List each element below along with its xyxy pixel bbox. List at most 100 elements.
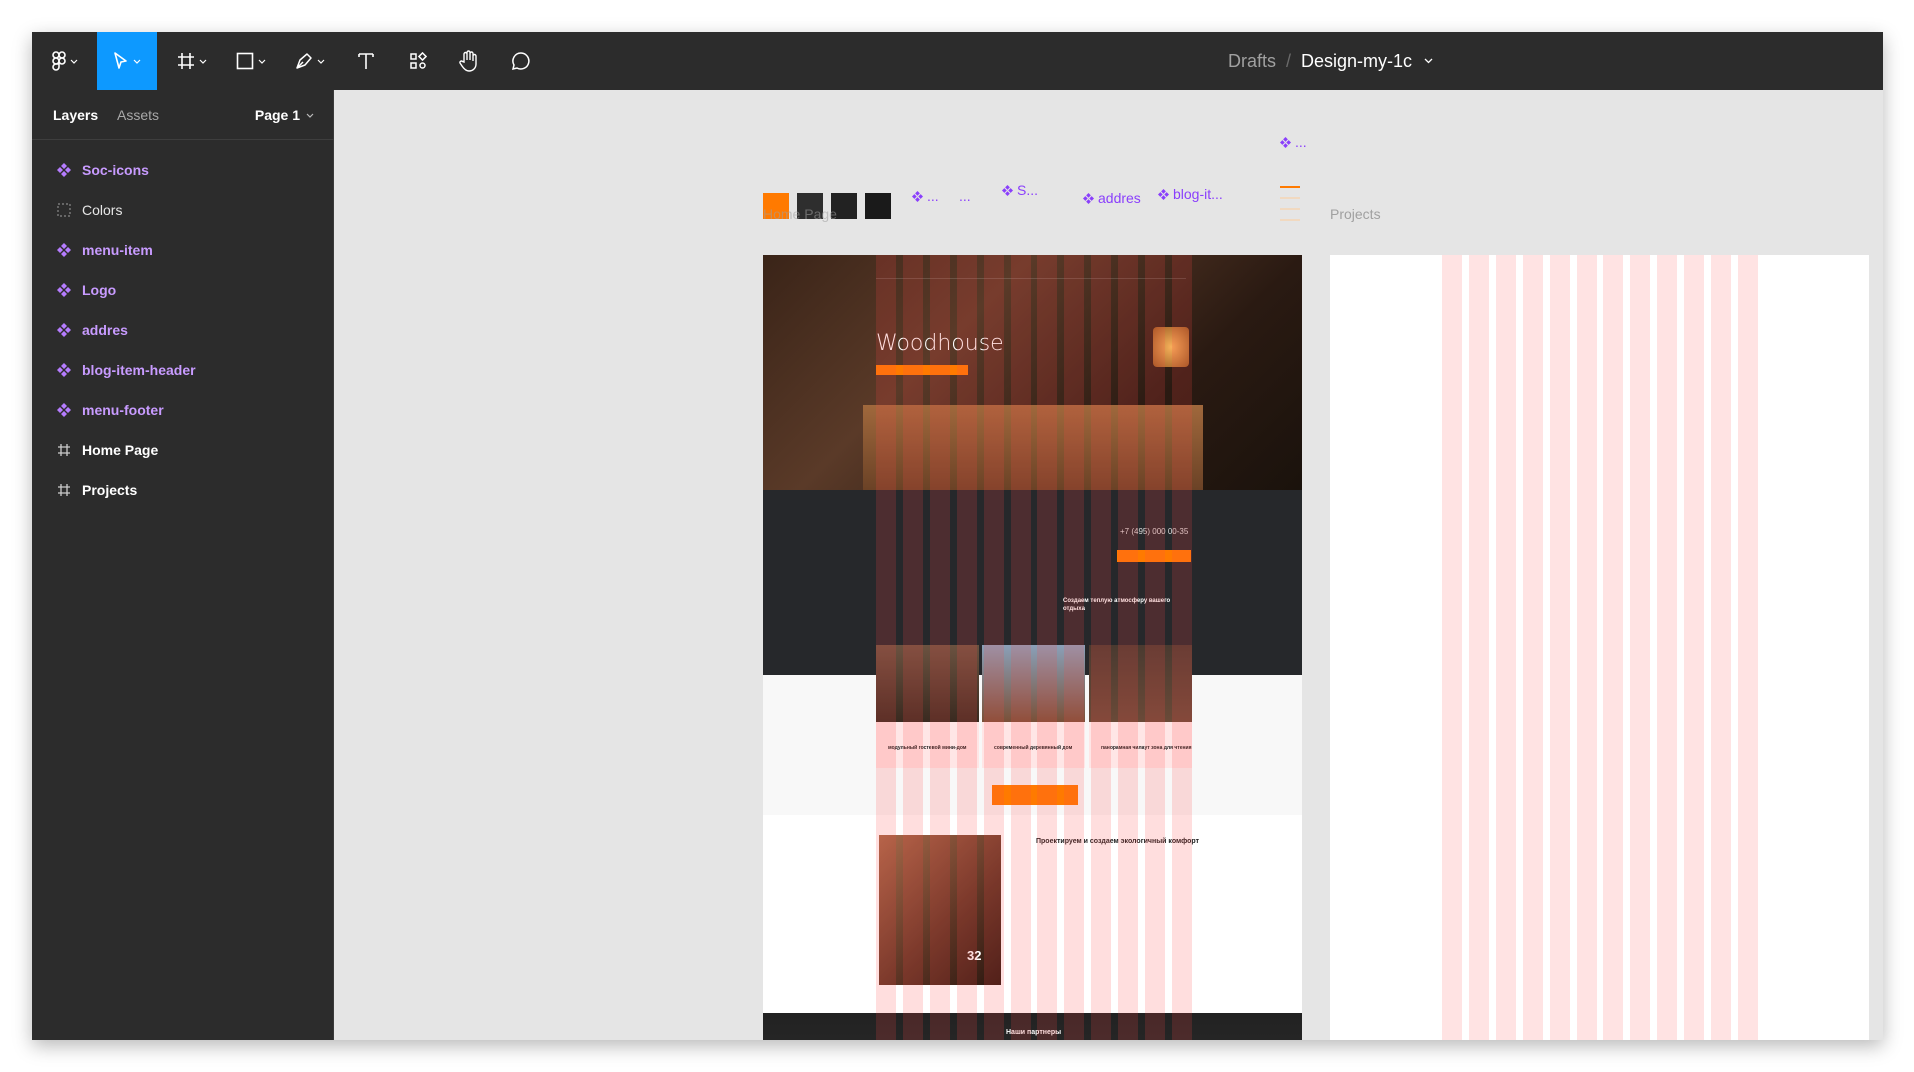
file-name[interactable]: Design-my-1c [1301, 51, 1412, 72]
layer-blog-item-header[interactable]: blog-item-header [32, 350, 334, 390]
menu-line [1280, 197, 1300, 199]
group-icon [56, 202, 72, 218]
tab-assets[interactable]: Assets [117, 107, 159, 123]
layer-soc-icons[interactable]: Soc-icons [32, 150, 334, 190]
shape-tool-button[interactable] [228, 32, 274, 90]
panel-tabs: Layers Assets Page 1 [32, 90, 334, 140]
component-icon [56, 362, 72, 378]
projects-frame[interactable] [1330, 255, 1869, 1040]
layers-panel: Layers Assets Page 1 Soc-icons Colors me… [32, 90, 334, 1040]
grid-column [1522, 255, 1543, 1040]
hero-title: Woodhouse [876, 331, 1004, 356]
chevron-down-icon [199, 59, 207, 64]
grid-column [1495, 255, 1516, 1040]
page-selector[interactable]: Page 1 [255, 107, 314, 123]
grid-column [1657, 255, 1678, 1040]
layer-projects[interactable]: Projects [32, 470, 334, 510]
component-name: ... [1295, 134, 1307, 150]
frame-icon [56, 442, 72, 458]
grid-column [1442, 255, 1462, 1040]
grid-column [1468, 255, 1489, 1040]
component-label-addres[interactable]: addres [1083, 190, 1141, 206]
component-label-c2[interactable]: ... [959, 188, 971, 204]
layers-list: Soc-icons Colors menu-item Logo addres b… [32, 150, 334, 510]
figma-window: Drafts / Design-my-1c Layers Assets Page… [32, 32, 1883, 1040]
component-icon [56, 242, 72, 258]
chevron-down-icon[interactable] [1424, 58, 1433, 64]
chevron-down-icon [70, 59, 78, 64]
component-icon [912, 190, 923, 202]
home-page-frame[interactable]: Woodhouse +7 (495) 000 00-35 Создаем теп… [763, 255, 1302, 1040]
project-card: модульный гостевой мини-дом [876, 645, 979, 768]
pen-tool-button[interactable] [287, 32, 333, 90]
project-card: панорамная чилаут зона для чтения [1089, 645, 1192, 768]
component-label-c3[interactable]: S... [1002, 182, 1038, 198]
cursor-icon [114, 52, 127, 69]
phone-number: +7 (495) 000 00-35 [1120, 527, 1189, 536]
component-icon [56, 402, 72, 418]
pen-icon [296, 53, 312, 69]
menu-line [1280, 186, 1300, 188]
tab-layers[interactable]: Layers [53, 107, 98, 123]
resources-icon [410, 52, 427, 69]
move-tool-button[interactable] [97, 32, 157, 90]
resources-tool-button[interactable] [398, 32, 438, 90]
component-label-c6[interactable]: ... [1280, 134, 1307, 150]
about-section: 32 Проектируем и создаем экологичный ком… [763, 815, 1302, 1013]
frame-tool-button[interactable] [169, 32, 215, 90]
frame-label-home-page[interactable]: Home Page [763, 206, 837, 222]
component-name: ... [959, 188, 971, 204]
comment-tool-button[interactable] [498, 32, 544, 90]
menu-line [1280, 208, 1300, 210]
breadcrumb-drafts[interactable]: Drafts [1228, 51, 1276, 72]
frame-icon [178, 53, 194, 69]
partners-section: Наши партнеры [763, 1013, 1302, 1040]
frame-label-projects[interactable]: Projects [1330, 206, 1381, 222]
toolbar: Drafts / Design-my-1c [32, 32, 1883, 90]
component-label-blog-item[interactable]: blog-it... [1158, 186, 1223, 202]
layer-logo[interactable]: Logo [32, 270, 334, 310]
hero-badge [876, 365, 968, 375]
layer-menu-footer[interactable]: menu-footer [32, 390, 334, 430]
color-swatch-black[interactable] [865, 193, 891, 219]
grid-column [1684, 255, 1705, 1040]
layer-menu-item[interactable]: menu-item [32, 230, 334, 270]
layer-label: Colors [82, 202, 123, 218]
component-icon [1083, 192, 1094, 204]
grid-column [1549, 255, 1570, 1040]
project-image [876, 645, 979, 722]
layer-addres[interactable]: addres [32, 310, 334, 350]
layer-label: Projects [82, 482, 138, 498]
component-icon [1002, 184, 1013, 196]
component-icon [1158, 188, 1169, 200]
layer-label: menu-footer [82, 402, 164, 418]
page-selector-label: Page 1 [254, 107, 300, 123]
site-nav [876, 271, 1186, 279]
project-card: современный деревянный дом [982, 645, 1085, 768]
lamp-image [1153, 327, 1189, 367]
canvas[interactable]: ... ... S... addres blog-it... ... Home [334, 90, 1883, 1040]
layer-colors[interactable]: Colors [32, 190, 334, 230]
component-name: ... [927, 188, 939, 204]
about-heading: Проектируем и создаем экологичный комфор… [1036, 838, 1200, 845]
menu-line [1280, 219, 1300, 221]
grid-column [1737, 255, 1758, 1040]
breadcrumb: Drafts / Design-my-1c [1228, 32, 1433, 90]
menu-footer-preview[interactable] [1280, 186, 1300, 230]
layer-label: menu-item [82, 242, 153, 258]
component-name: S... [1017, 182, 1039, 198]
layer-home-page[interactable]: Home Page [32, 430, 334, 470]
layout-grid [1442, 255, 1758, 1040]
chevron-down-icon [133, 59, 141, 64]
hand-tool-button[interactable] [446, 32, 492, 90]
frame-icon [56, 482, 72, 498]
hero-section: Woodhouse [763, 255, 1302, 490]
layer-label: Logo [82, 282, 117, 298]
text-tool-button[interactable] [346, 32, 386, 90]
project-card-title: модульный гостевой мини-дом [888, 745, 967, 751]
figma-menu-button[interactable] [42, 32, 88, 90]
years-number: 32 [967, 948, 982, 963]
project-card-title: панорамная чилаут зона для чтения [1101, 745, 1192, 751]
component-label-c1[interactable]: ... [912, 188, 939, 204]
bed-image [863, 405, 1203, 490]
